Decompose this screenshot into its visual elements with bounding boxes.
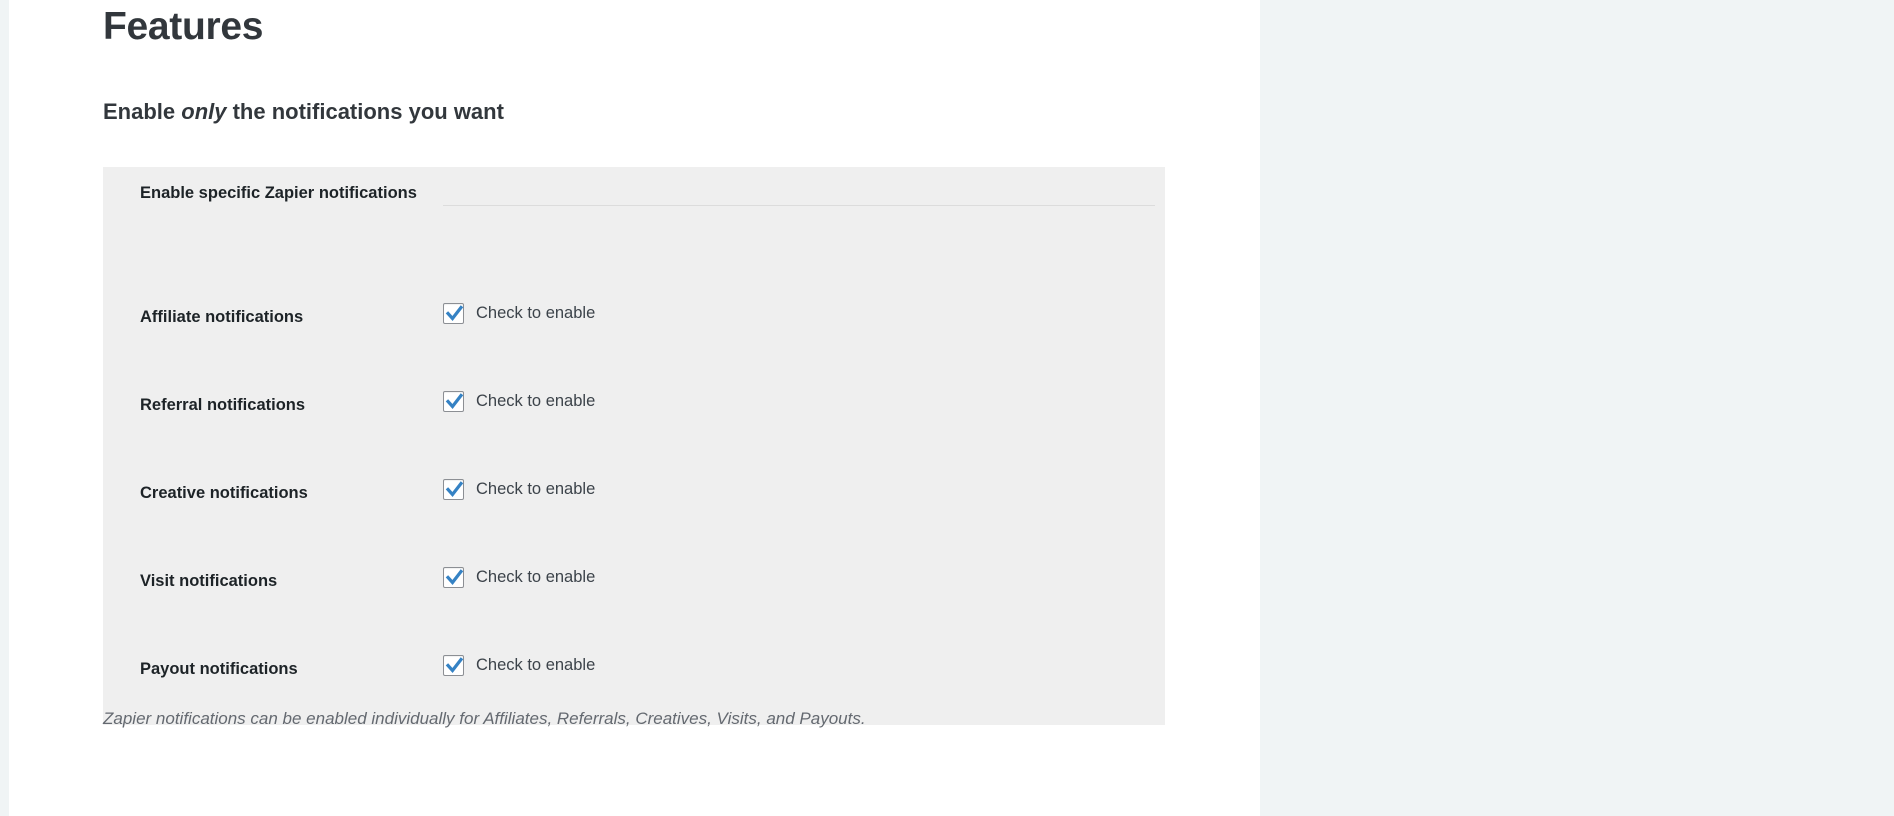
content-panel: Features Enable only the notifications y… <box>9 0 1260 816</box>
table-header-value <box>443 167 1165 206</box>
creative-notifications-checkbox-text: Check to enable <box>476 480 596 498</box>
affiliate-notifications-checkbox-label[interactable]: Check to enable <box>443 302 595 324</box>
checkmark-icon <box>445 656 464 673</box>
row-control-visit-notifications: Check to enable <box>443 549 1165 615</box>
row-label-affiliate-notifications: Affiliate notifications <box>140 308 304 326</box>
referral-notifications-checkbox-text: Check to enable <box>476 392 596 410</box>
affiliate-notifications-checkbox-text: Check to enable <box>476 304 596 322</box>
creative-notifications-checkbox[interactable] <box>443 478 464 500</box>
checkmark-icon <box>445 392 464 409</box>
referral-notifications-checkbox-label[interactable]: Check to enable <box>443 390 595 412</box>
referral-notifications-checkbox[interactable] <box>443 390 464 412</box>
table-row: Affiliate notifications Check to enable <box>103 285 1165 373</box>
checkmark-icon <box>445 304 464 321</box>
table-header-label: Enable specific Zapier notifications <box>140 184 417 202</box>
visit-notifications-checkbox-text: Check to enable <box>476 568 596 586</box>
visit-notifications-checkbox[interactable] <box>443 566 464 588</box>
row-control-creative-notifications: Check to enable <box>443 461 1165 527</box>
row-control-referral-notifications: Check to enable <box>443 373 1165 439</box>
row-label-referral-notifications: Referral notifications <box>140 396 306 414</box>
row-label-visit-notifications: Visit notifications <box>140 572 278 590</box>
checkmark-icon <box>445 480 464 497</box>
row-label-creative-notifications: Creative notifications <box>140 484 308 502</box>
payout-notifications-checkbox-label[interactable]: Check to enable <box>443 654 595 676</box>
screen: Features Enable only the notifications y… <box>0 0 1894 816</box>
section-subtitle-after: the notifications you want <box>226 99 504 124</box>
payout-notifications-checkbox-text: Check to enable <box>476 656 596 674</box>
table-row: Creative notifications Check to enable <box>103 461 1165 549</box>
section-subtitle-before: Enable <box>103 99 182 124</box>
table-row: Referral notifications Check to enable <box>103 373 1165 461</box>
table-description: Zapier notifications can be enabled indi… <box>103 709 866 728</box>
checkmark-icon <box>445 568 464 585</box>
section-subtitle: Enable only the notifications you want <box>103 98 504 126</box>
row-control-payout-notifications: Check to enable <box>443 637 1165 703</box>
zapier-notifications-table: Enable specific Zapier notifications Aff… <box>103 167 1165 725</box>
creative-notifications-checkbox-label[interactable]: Check to enable <box>443 478 595 500</box>
table-row: Visit notifications Check to enable <box>103 549 1165 637</box>
affiliate-notifications-checkbox[interactable] <box>443 302 464 324</box>
visit-notifications-checkbox-label[interactable]: Check to enable <box>443 566 595 588</box>
left-gutter <box>0 0 9 816</box>
header-divider <box>443 205 1155 206</box>
row-label-payout-notifications: Payout notifications <box>140 660 298 678</box>
row-control-affiliate-notifications: Check to enable <box>443 285 1165 351</box>
table-header-row: Enable specific Zapier notifications <box>103 167 1165 285</box>
section-subtitle-emphasis: only <box>181 99 227 124</box>
page-title: Features <box>103 5 264 48</box>
payout-notifications-checkbox[interactable] <box>443 654 464 676</box>
right-empty-panel <box>1260 0 1894 816</box>
